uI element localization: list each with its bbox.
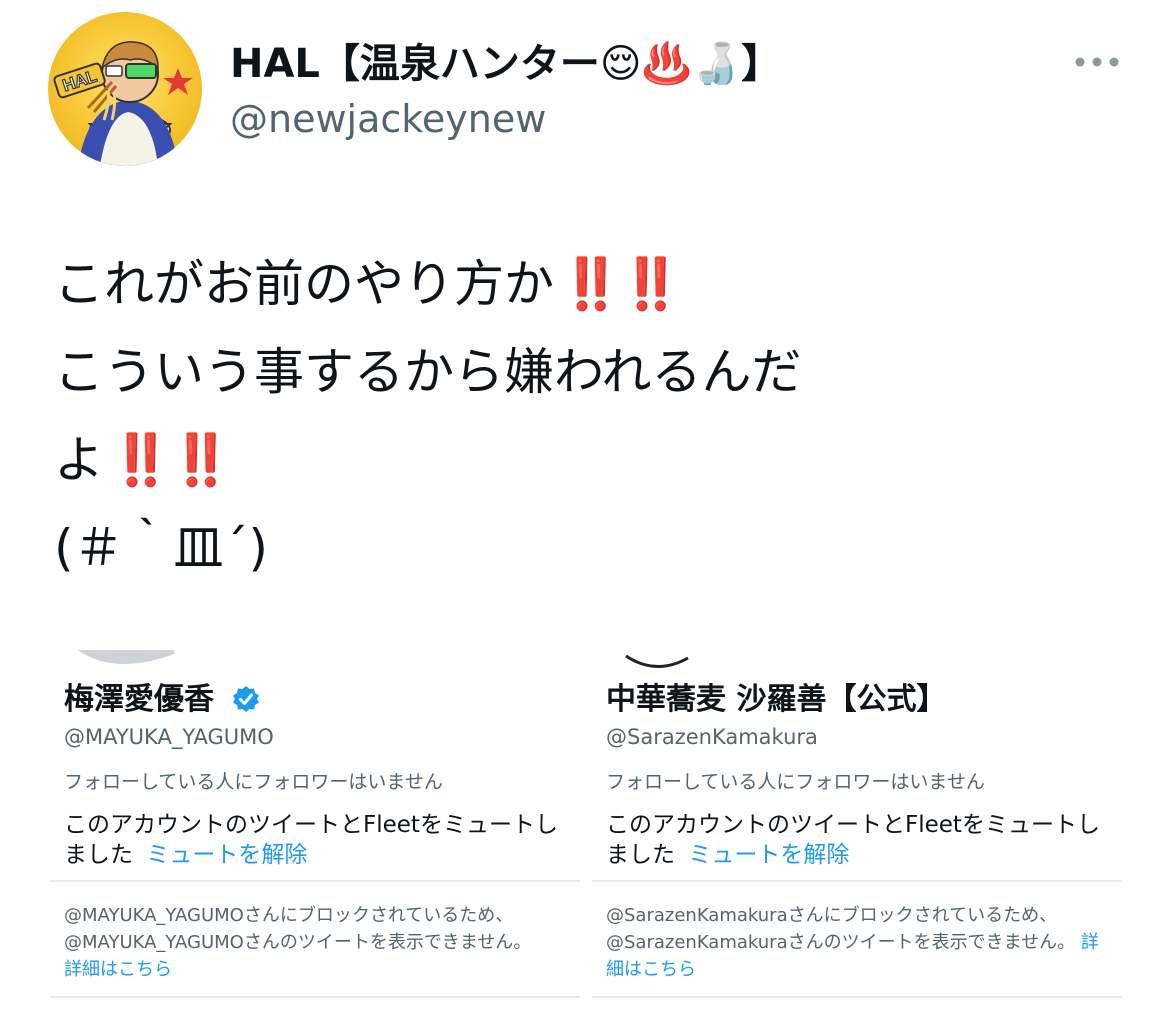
tweet-line-text: よ — [54, 431, 104, 489]
divider — [592, 996, 1122, 998]
details-link[interactable]: 詳細はこちら — [64, 959, 172, 980]
tweet-line-text: これがお前のやり方か — [54, 255, 554, 313]
tweet-line-text: (＃｀皿´) — [54, 519, 269, 577]
verified-badge-icon — [233, 686, 260, 712]
blocked-notice: @SarazenKamakuraさんにブロックされているため、@SarazenK… — [606, 902, 1116, 983]
blocked-profile-card: 梅澤愛優香 @MAYUKA_YAGUMO フォローしている人にフォロワーはいませ… — [50, 650, 580, 1010]
profile-name[interactable]: 中華蕎麦 沙羅善【公式】 — [606, 680, 946, 720]
divider — [50, 880, 580, 882]
tweet-body: これがお前のやり方か ‼️‼️ こういう事するから嫌われるんだ よ ‼️‼️ (＃｀… — [54, 240, 802, 592]
tweet-line: (＃｀皿´) — [54, 504, 802, 592]
more-options-icon[interactable] — [1074, 52, 1120, 72]
tweet-line: よ ‼️‼️ — [54, 416, 802, 504]
author-handle[interactable]: @newjackeynew — [230, 96, 546, 142]
followers-you-know-text: フォローしている人にフォロワーはいません — [606, 771, 985, 793]
unmute-link[interactable]: ミュートを解除 — [688, 842, 849, 868]
profile-avatar-edge — [625, 654, 689, 668]
author-avatar[interactable]: HAL — [48, 12, 202, 166]
divider — [50, 996, 580, 998]
profile-name-text: 梅澤愛優香 — [64, 682, 214, 717]
muted-notice-text: このアカウントのツイートとFleetをミュートしました — [64, 812, 558, 868]
author-display-name[interactable]: HAL【温泉ハンター😌♨️🍶】 — [230, 40, 781, 88]
tweet-line: こういう事するから嫌われるんだ — [54, 328, 802, 416]
blocked-notice: @MAYUKA_YAGUMOさんにブロックされているため、@MAYUKA_YAG… — [64, 902, 574, 983]
tweet-line-text: こういう事するから嫌われるんだ — [54, 343, 802, 401]
muted-notice: このアカウントのツイートとFleetをミュートしました ミュートを解除 — [64, 810, 564, 870]
unmute-link[interactable]: ミュートを解除 — [146, 842, 307, 868]
profile-name-text: 中華蕎麦 沙羅善【公式】 — [606, 682, 947, 717]
blocked-profile-card: 中華蕎麦 沙羅善【公式】 @SarazenKamakura フォローしている人に… — [592, 650, 1122, 1010]
double-exclamation-emoji: ‼️‼️ — [560, 255, 683, 313]
profile-handle[interactable]: @SarazenKamakura — [606, 722, 818, 752]
divider — [592, 880, 1122, 882]
followers-you-know-text: フォローしている人にフォロワーはいません — [64, 771, 443, 793]
blocked-notice-text: @SarazenKamakuraさんにブロックされているため、@SarazenK… — [606, 905, 1076, 953]
blocked-notice-text: @MAYUKA_YAGUMOさんにブロックされているため、@MAYUKA_YAG… — [64, 905, 532, 953]
profile-avatar-edge — [78, 650, 174, 665]
tweet-line: これがお前のやり方か ‼️‼️ — [54, 240, 802, 328]
double-exclamation-emoji: ‼️‼️ — [110, 431, 233, 489]
muted-notice-text: このアカウントのツイートとFleetをミュートしました — [606, 812, 1100, 868]
profile-name[interactable]: 梅澤愛優香 — [64, 680, 260, 720]
avatar-illustration: HAL — [53, 41, 193, 166]
muted-notice: このアカウントのツイートとFleetをミュートしました ミュートを解除 — [606, 810, 1106, 870]
profile-handle[interactable]: @MAYUKA_YAGUMO — [64, 722, 274, 752]
tweet-header: HAL HAL【温泉ハンター😌♨️🍶】 @newjackeynew — [0, 0, 1169, 180]
